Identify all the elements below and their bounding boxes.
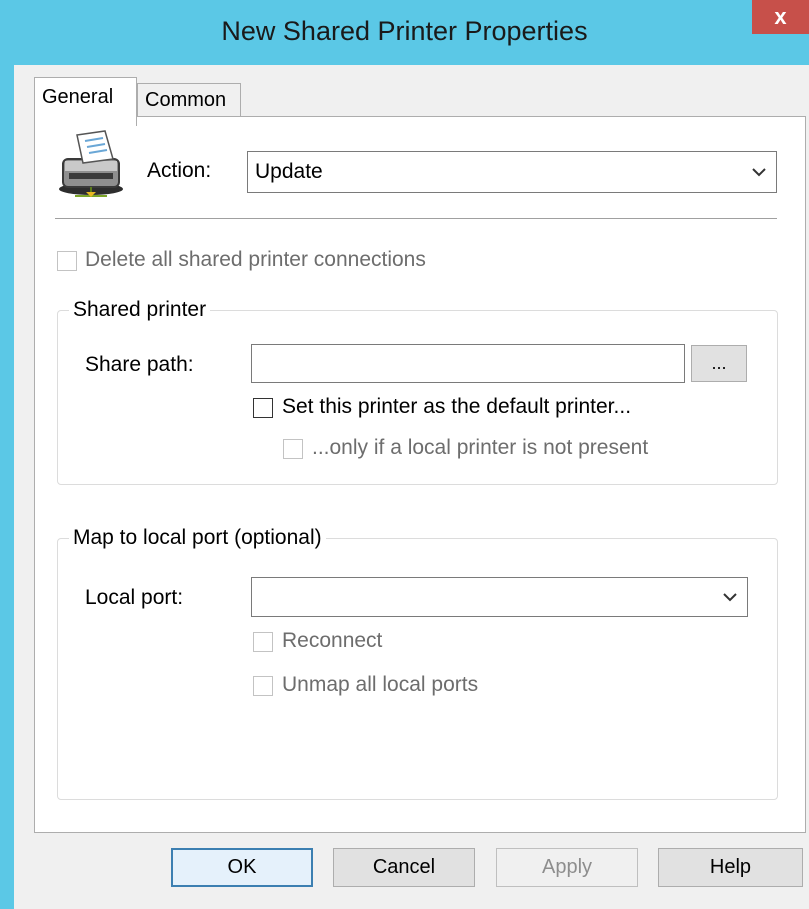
only-if-checkbox[interactable] [283, 439, 303, 459]
ok-button[interactable]: OK [171, 848, 313, 887]
action-label: Action: [147, 159, 212, 182]
unmap-label: Unmap all local ports [282, 673, 479, 696]
close-icon: x [774, 4, 787, 29]
browse-button[interactable]: ... [691, 345, 747, 382]
close-button[interactable]: x [752, 0, 809, 34]
set-default-checkbox[interactable] [253, 398, 273, 418]
printer-icon [59, 130, 123, 197]
unmap-checkbox[interactable] [253, 676, 273, 696]
window-title: New Shared Printer Properties [221, 16, 588, 46]
local-port-dropdown[interactable] [251, 577, 748, 617]
reconnect-checkbox[interactable] [253, 632, 273, 652]
dialog-client-area: General Common Action: Update Delete all… [14, 65, 809, 909]
tab-general-label: General [42, 86, 114, 108]
share-path-label: Share path: [85, 353, 194, 376]
share-path-input[interactable] [251, 344, 685, 383]
dialog-window: New Shared Printer Properties x General … [0, 0, 809, 909]
cancel-button-label: Cancel [372, 856, 436, 878]
shared-printer-group-title: Shared printer [69, 298, 211, 322]
reconnect-label: Reconnect [282, 629, 383, 652]
title-bar[interactable]: New Shared Printer Properties x [0, 0, 809, 65]
delete-all-checkbox[interactable] [57, 251, 77, 271]
tab-common-label: Common [145, 89, 227, 111]
chevron-down-icon [752, 168, 766, 177]
tab-general[interactable]: General [34, 77, 137, 126]
cancel-button[interactable]: Cancel [333, 848, 475, 887]
delete-all-label: Delete all shared printer connections [85, 248, 426, 271]
browse-button-label: ... [711, 353, 727, 373]
general-tab-panel: Action: Update Delete all shared printer… [34, 116, 806, 833]
ok-button-label: OK [227, 856, 257, 878]
only-if-label: ...only if a local printer is not presen… [312, 436, 649, 459]
help-button[interactable]: Help [658, 848, 803, 887]
action-dropdown-value: Update [255, 160, 323, 183]
action-dropdown[interactable]: Update [247, 151, 777, 193]
local-port-label: Local port: [85, 586, 184, 609]
separator [55, 218, 777, 219]
apply-button[interactable]: Apply [496, 848, 638, 887]
set-default-label: Set this printer as the default printer.… [282, 395, 632, 418]
map-port-group-title: Map to local port (optional) [69, 526, 326, 550]
tab-common[interactable]: Common [137, 83, 241, 117]
apply-button-label: Apply [541, 856, 593, 878]
help-button-label: Help [709, 856, 752, 878]
chevron-down-icon [723, 593, 737, 602]
